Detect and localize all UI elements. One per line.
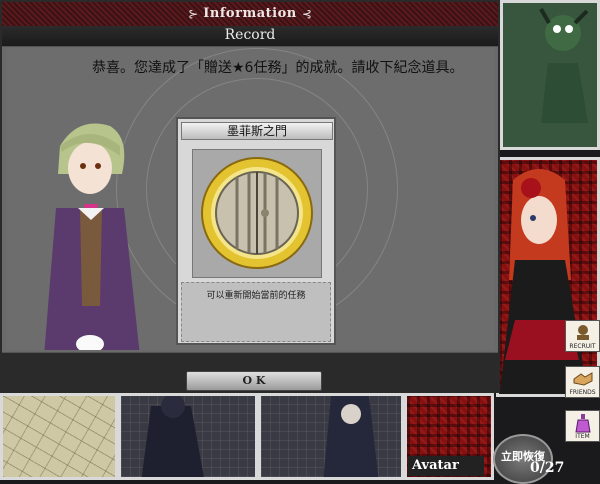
side-menu-friends[interactable]: FRIENDS bbox=[565, 366, 600, 398]
avatar-label[interactable]: Avatar bbox=[408, 456, 484, 476]
suited-figure-2 bbox=[323, 396, 379, 477]
instant-recover-button[interactable]: 立即恢復 bbox=[493, 434, 553, 484]
item-picture bbox=[192, 149, 322, 278]
handshake-icon bbox=[573, 372, 592, 386]
board-panel-right bbox=[496, 157, 600, 397]
board-panel-top-right bbox=[500, 0, 600, 150]
recruit-icon bbox=[576, 325, 589, 340]
reward-item-card: 墨菲斯之門 可以重新開始當前的任務 bbox=[176, 117, 336, 345]
dialog-title-bar: ⊱ Information ⊰ bbox=[2, 2, 498, 27]
dialog-title: Information bbox=[203, 6, 297, 21]
counter-text: 0/27 bbox=[530, 460, 565, 476]
side-menu-item[interactable]: ITEM bbox=[565, 410, 600, 442]
ok-button[interactable]: O K bbox=[186, 371, 322, 391]
item-description: 可以重新開始當前的任務 bbox=[206, 291, 306, 301]
board-panel-bottom-center-1 bbox=[118, 393, 258, 480]
side-menu-recruit[interactable]: RECRUIT bbox=[565, 320, 600, 352]
side-menu-item-label: ITEM bbox=[575, 433, 590, 440]
ornament-right-icon: ⊰ bbox=[302, 7, 313, 21]
item-name: 墨菲斯之門 bbox=[181, 122, 333, 140]
potion-icon bbox=[574, 414, 591, 433]
dialog-footer: O K bbox=[2, 352, 498, 392]
board-panel-bottom-left bbox=[0, 393, 118, 480]
dialog-subtitle-bar: Record bbox=[2, 26, 498, 47]
achievement-message: 恭喜。您達成了「贈送★6任務」的成就。請收下紀念道具。 bbox=[92, 60, 464, 76]
suited-figure-1 bbox=[141, 396, 204, 477]
side-menu-friends-label: FRIENDS bbox=[569, 389, 596, 396]
side-menu-recruit-label: RECRUIT bbox=[569, 343, 596, 350]
butler-character-portrait bbox=[44, 123, 140, 350]
green-creature-portrait bbox=[503, 3, 597, 147]
dialog-subtitle: Record bbox=[224, 27, 276, 43]
information-dialog: ⊱ Information ⊰ Record 恭喜。您達成了「贈送★6任務」的成… bbox=[0, 0, 500, 393]
board-panel-bottom-center-2 bbox=[258, 393, 404, 480]
item-description-box: 可以重新開始當前的任務 bbox=[181, 282, 331, 342]
door-icon bbox=[201, 157, 313, 269]
dialog-body: 恭喜。您達成了「贈送★6任務」的成就。請收下紀念道具。 墨菲斯之門 可以重新開始… bbox=[6, 48, 494, 350]
red-hair-girl-portrait bbox=[499, 169, 588, 394]
